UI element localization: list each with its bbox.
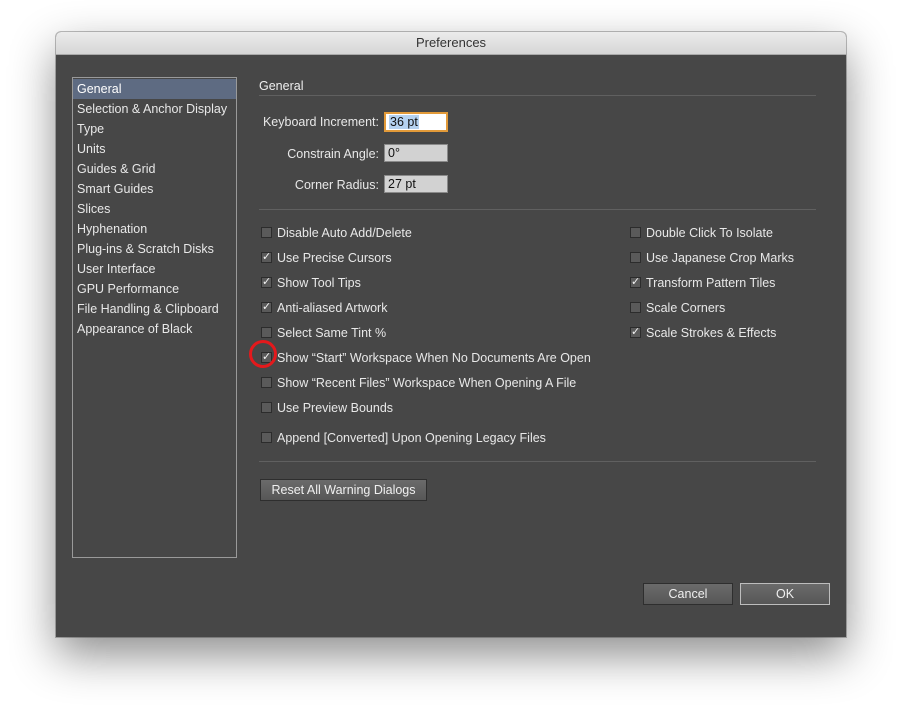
- checkbox-label: Anti-aliased Artwork: [277, 301, 388, 315]
- checkbox-label: Append [Converted] Upon Opening Legacy F…: [277, 431, 546, 445]
- sidebar-item-user-interface[interactable]: User Interface: [73, 259, 236, 279]
- options-divider: [259, 209, 816, 210]
- checkbox-checked[interactable]: ✓: [630, 277, 641, 288]
- reset-warning-dialogs-button[interactable]: Reset All Warning Dialogs: [260, 479, 427, 501]
- checkbox-label: Scale Strokes & Effects: [646, 326, 777, 340]
- checkbox-label: Use Preview Bounds: [277, 401, 394, 415]
- preferences-dialog: Preferences General Selection & Anchor D…: [56, 32, 846, 637]
- cancel-button[interactable]: Cancel: [643, 583, 733, 605]
- checkbox-checked[interactable]: ✓: [261, 252, 272, 263]
- checkbox[interactable]: [261, 377, 272, 388]
- checkbox[interactable]: [261, 432, 272, 443]
- keyboard-increment-input[interactable]: 36 pt: [384, 112, 448, 132]
- checkbox[interactable]: [630, 252, 641, 263]
- checkbox-label: Transform Pattern Tiles: [646, 276, 776, 290]
- checkbox[interactable]: [261, 402, 272, 413]
- corner-radius-input[interactable]: 27 pt: [384, 175, 448, 193]
- checkbox[interactable]: [261, 227, 272, 238]
- sidebar-item-general[interactable]: General: [73, 79, 236, 99]
- checkbox[interactable]: [630, 302, 641, 313]
- checkbox-label: Disable Auto Add/Delete: [277, 226, 412, 240]
- constrain-angle-label: Constrain Angle:: [287, 147, 379, 161]
- sidebar-item-appearance-of-black[interactable]: Appearance of Black: [73, 319, 236, 339]
- keyboard-increment-label: Keyboard Increment:: [262, 115, 379, 129]
- constrain-angle-input[interactable]: 0°: [384, 144, 448, 162]
- highlight-circle-annotation: [249, 340, 277, 368]
- sidebar-item-file-handling-clipboard[interactable]: File Handling & Clipboard: [73, 299, 236, 319]
- checkbox-label: Use Japanese Crop Marks: [646, 251, 794, 265]
- checkbox[interactable]: [630, 227, 641, 238]
- sidebar-item-guides-grid[interactable]: Guides & Grid: [73, 159, 236, 179]
- sidebar-item-plugins-scratch-disks[interactable]: Plug-ins & Scratch Disks: [73, 239, 236, 259]
- sidebar-item-slices[interactable]: Slices: [73, 199, 236, 219]
- checkbox-label: Select Same Tint %: [277, 326, 387, 340]
- checkbox-label: Scale Corners: [646, 301, 726, 315]
- checkbox-checked[interactable]: ✓: [261, 277, 272, 288]
- checkbox-label: Show “Recent Files” Workspace When Openi…: [277, 376, 577, 390]
- checkbox-label: Use Precise Cursors: [277, 251, 392, 265]
- ok-button[interactable]: OK: [740, 583, 830, 605]
- checkbox[interactable]: [261, 327, 272, 338]
- buttons-divider: [259, 461, 816, 462]
- checkbox-label: Show Tool Tips: [277, 276, 361, 290]
- sidebar-item-gpu-performance[interactable]: GPU Performance: [73, 279, 236, 299]
- checkbox-label: Show “Start” Workspace When No Documents…: [277, 351, 591, 365]
- section-title: General: [259, 79, 304, 93]
- sidebar-item-hyphenation[interactable]: Hyphenation: [73, 219, 236, 239]
- corner-radius-label: Corner Radius:: [294, 178, 379, 192]
- checkbox-label: Double Click To Isolate: [646, 226, 773, 240]
- checkbox-checked[interactable]: ✓: [630, 327, 641, 338]
- window-title: Preferences: [56, 32, 846, 55]
- section-divider: [259, 95, 816, 96]
- checkbox-checked[interactable]: ✓: [261, 302, 272, 313]
